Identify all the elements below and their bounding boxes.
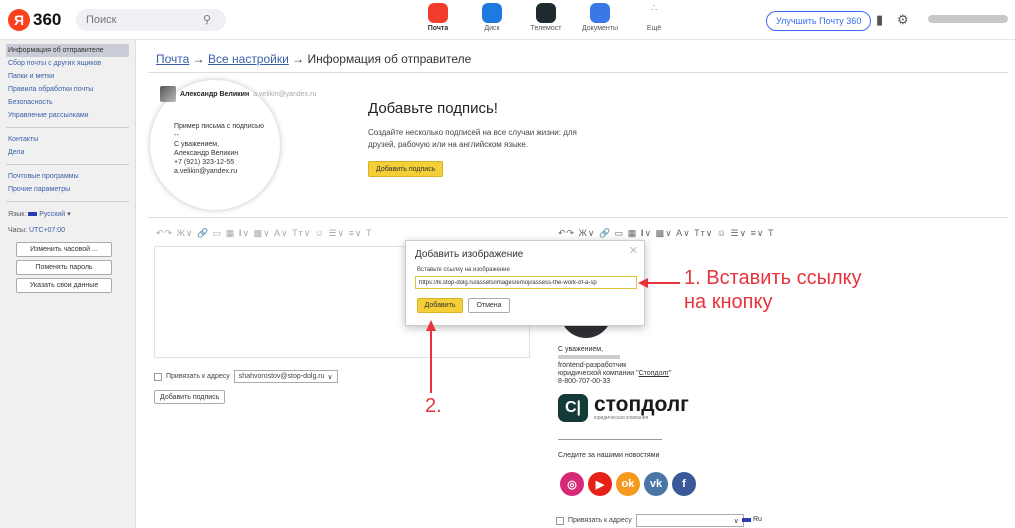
bind-address-checkbox[interactable] — [154, 372, 162, 381]
sidebar-item[interactable]: Прочие параметры — [6, 183, 129, 196]
preview-sig-line: a.velikin@yandex.ru — [174, 168, 238, 175]
youtube-icon[interactable]: ▶ — [588, 472, 612, 496]
sidebar-divider — [6, 201, 129, 202]
account-name-blurred[interactable] — [928, 15, 1008, 23]
settings-sidebar: Информация об отправителе Сбор почты с др… — [0, 40, 136, 528]
top-header: Я 360 ⚲ Почта Диск Телемост Документы ∴ Ещё У… — [0, 0, 1015, 40]
sidebar-item[interactable]: Почтовые программы — [6, 170, 129, 183]
preview-sender: Александр Великин a.velikin@yandex.ru — [160, 86, 316, 102]
sidebar-divider — [6, 127, 129, 128]
sidebar-item[interactable]: Правила обработки почты — [6, 83, 129, 96]
dialog-title: Добавить изображение — [415, 249, 524, 260]
chevron-down-icon: ∨ — [733, 517, 739, 525]
divider — [148, 72, 1008, 73]
sidebar-item[interactable]: Контакты — [6, 133, 129, 146]
preview-sig-line: +7 (921) 323-12-55 — [174, 159, 235, 166]
stopdolg-logo: C| стопдолг юридическая компания — [558, 394, 689, 422]
stopdolg-mark-icon: C| — [558, 394, 588, 422]
app-1[interactable]: Диск — [472, 3, 512, 32]
preview-signature-text: Пример письма с подписью -- С уважением, Ал… — [174, 122, 264, 176]
app-icon — [590, 3, 610, 23]
app-switcher: Почта Диск Телемост Документы ∴ Ещё — [418, 3, 674, 32]
vk-icon[interactable]: vk — [644, 472, 668, 496]
sidebar-divider — [6, 164, 129, 165]
phone-icon[interactable]: ▮ — [876, 12, 883, 28]
sidebar-item[interactable]: Дела — [6, 146, 129, 159]
add-signature-button[interactable]: Добавить подпись — [154, 390, 226, 404]
editor-toolbar-left[interactable]: ↶↷ Ж∨ 🔗 ▭ ▦ 𝐈∨ ▩∨ A∨ Tт∨ ☺ ☰∨ ≡∨ T — [156, 228, 372, 239]
app-icon — [482, 3, 502, 23]
bind-address-select[interactable]: ∨ — [635, 514, 744, 527]
add-image-dialog: Добавить изображение ✕ Вставьте ссылку н… — [405, 240, 645, 326]
yandex-360-logo[interactable]: Я 360 — [8, 9, 61, 31]
magnifier-icon[interactable]: ⚲ — [203, 13, 211, 26]
change-password-button[interactable]: Поменять пароль — [16, 260, 112, 275]
app-0[interactable]: Почта — [418, 3, 458, 32]
dialog-add-button[interactable]: Добавить — [417, 298, 463, 313]
odnoklassniki-icon[interactable]: ok — [616, 472, 640, 496]
app-icon — [536, 3, 556, 23]
editor-toolbar-right[interactable]: ↶↷ Ж∨ 🔗 ▭ ▦ 𝐈∨ ▩∨ A∨ Tт∨ ☺ ☰∨ ≡∨ T — [558, 228, 774, 239]
page-title: Информация об отправителе — [307, 52, 472, 66]
blurred-name — [558, 355, 620, 360]
instagram-icon[interactable]: ◎ — [560, 472, 584, 496]
russian-flag-icon — [28, 212, 38, 216]
breadcrumb-all-settings-link[interactable]: Все настройки — [208, 52, 289, 66]
promo-title: Добавьте подпись! — [368, 100, 498, 117]
promo-add-signature-button[interactable]: Добавить подпись — [368, 161, 444, 177]
app-label: Документы — [581, 25, 619, 32]
social-icons: ◎ ▶ ok vk f — [560, 472, 696, 496]
preview-sig-line: -- — [174, 132, 179, 139]
facebook-icon[interactable]: f — [672, 472, 696, 496]
divider — [148, 217, 1008, 218]
dialog-cancel-button[interactable]: Отмена — [468, 298, 510, 313]
app-label: Ещё — [646, 25, 662, 32]
russian-flag-icon — [742, 517, 751, 522]
image-url-input[interactable] — [415, 276, 637, 289]
bind-address-checkbox[interactable] — [556, 516, 564, 525]
app-4[interactable]: ∴ Ещё — [634, 3, 674, 32]
promo-description: Создайте несколько подписей на все случа… — [368, 128, 577, 149]
sidebar-item[interactable]: Информация об отправителе — [6, 44, 129, 57]
sidebar-item[interactable]: Сбор почты с других ящиков — [6, 57, 129, 70]
preview-sig-line: Александр Великин — [174, 150, 239, 157]
close-icon[interactable]: ✕ — [629, 244, 638, 257]
preview-sig-line: Пример письма с подписью — [174, 123, 265, 130]
avatar — [160, 86, 176, 102]
app-2[interactable]: Телемост — [526, 3, 566, 32]
bind-address-select[interactable]: shahvorostov@stop-dolg.ru ∨ — [233, 370, 338, 383]
language-setting[interactable]: Язык: Русский ▾ — [6, 207, 129, 223]
preview-sig-line: С уважением, — [174, 141, 220, 148]
upgrade-mail-button[interactable]: Улучшить Почту 360 — [766, 11, 872, 31]
annotation-step-1: 1. Вставить ссылку на кнопку — [684, 267, 862, 313]
gear-icon[interactable]: ⚙ — [897, 12, 909, 28]
specify-data-button[interactable]: Указать свои данные — [16, 278, 112, 293]
logo-text: 360 — [33, 10, 62, 29]
breadcrumb: Почта → Все настройки → Информация об от… — [156, 52, 472, 66]
bind-address-row-left: Привязать к адресу shahvorostov@stop-dol… — [154, 370, 338, 383]
bind-address-row-right: Привязать к адресу ∨ — [556, 514, 744, 527]
sidebar-item[interactable]: Управление рассылками — [6, 109, 129, 122]
sidebar-item[interactable]: Папки и метки — [6, 70, 129, 83]
chevron-down-icon: ∨ — [327, 373, 333, 381]
yandex-logo-icon: Я — [8, 9, 30, 31]
sidebar-item[interactable]: Безопасность — [6, 96, 129, 109]
change-timezone-button[interactable]: Изменить часовой ... — [16, 242, 112, 257]
signature-language[interactable]: Ru — [742, 516, 762, 523]
breadcrumb-mail-link[interactable]: Почта — [156, 52, 189, 66]
annotation-step-2: 2. — [425, 395, 442, 417]
follow-text: Следите за нашими новостями — [558, 452, 660, 459]
signature-text[interactable]: С уважением, frontend-разработчик юридич… — [558, 346, 671, 386]
signature-divider — [558, 439, 662, 440]
app-3[interactable]: Документы — [580, 3, 620, 32]
app-icon — [428, 3, 448, 23]
timezone-setting: Часы: UTC+07:00 — [8, 227, 65, 234]
app-icon: ∴ — [644, 3, 664, 23]
app-label: Диск — [484, 25, 500, 32]
image-url-label: Вставьте ссылку на изображение — [417, 267, 510, 273]
app-label: Телемост — [530, 25, 562, 32]
chevron-down-icon: ▾ — [67, 211, 71, 218]
app-label: Почта — [427, 25, 449, 32]
